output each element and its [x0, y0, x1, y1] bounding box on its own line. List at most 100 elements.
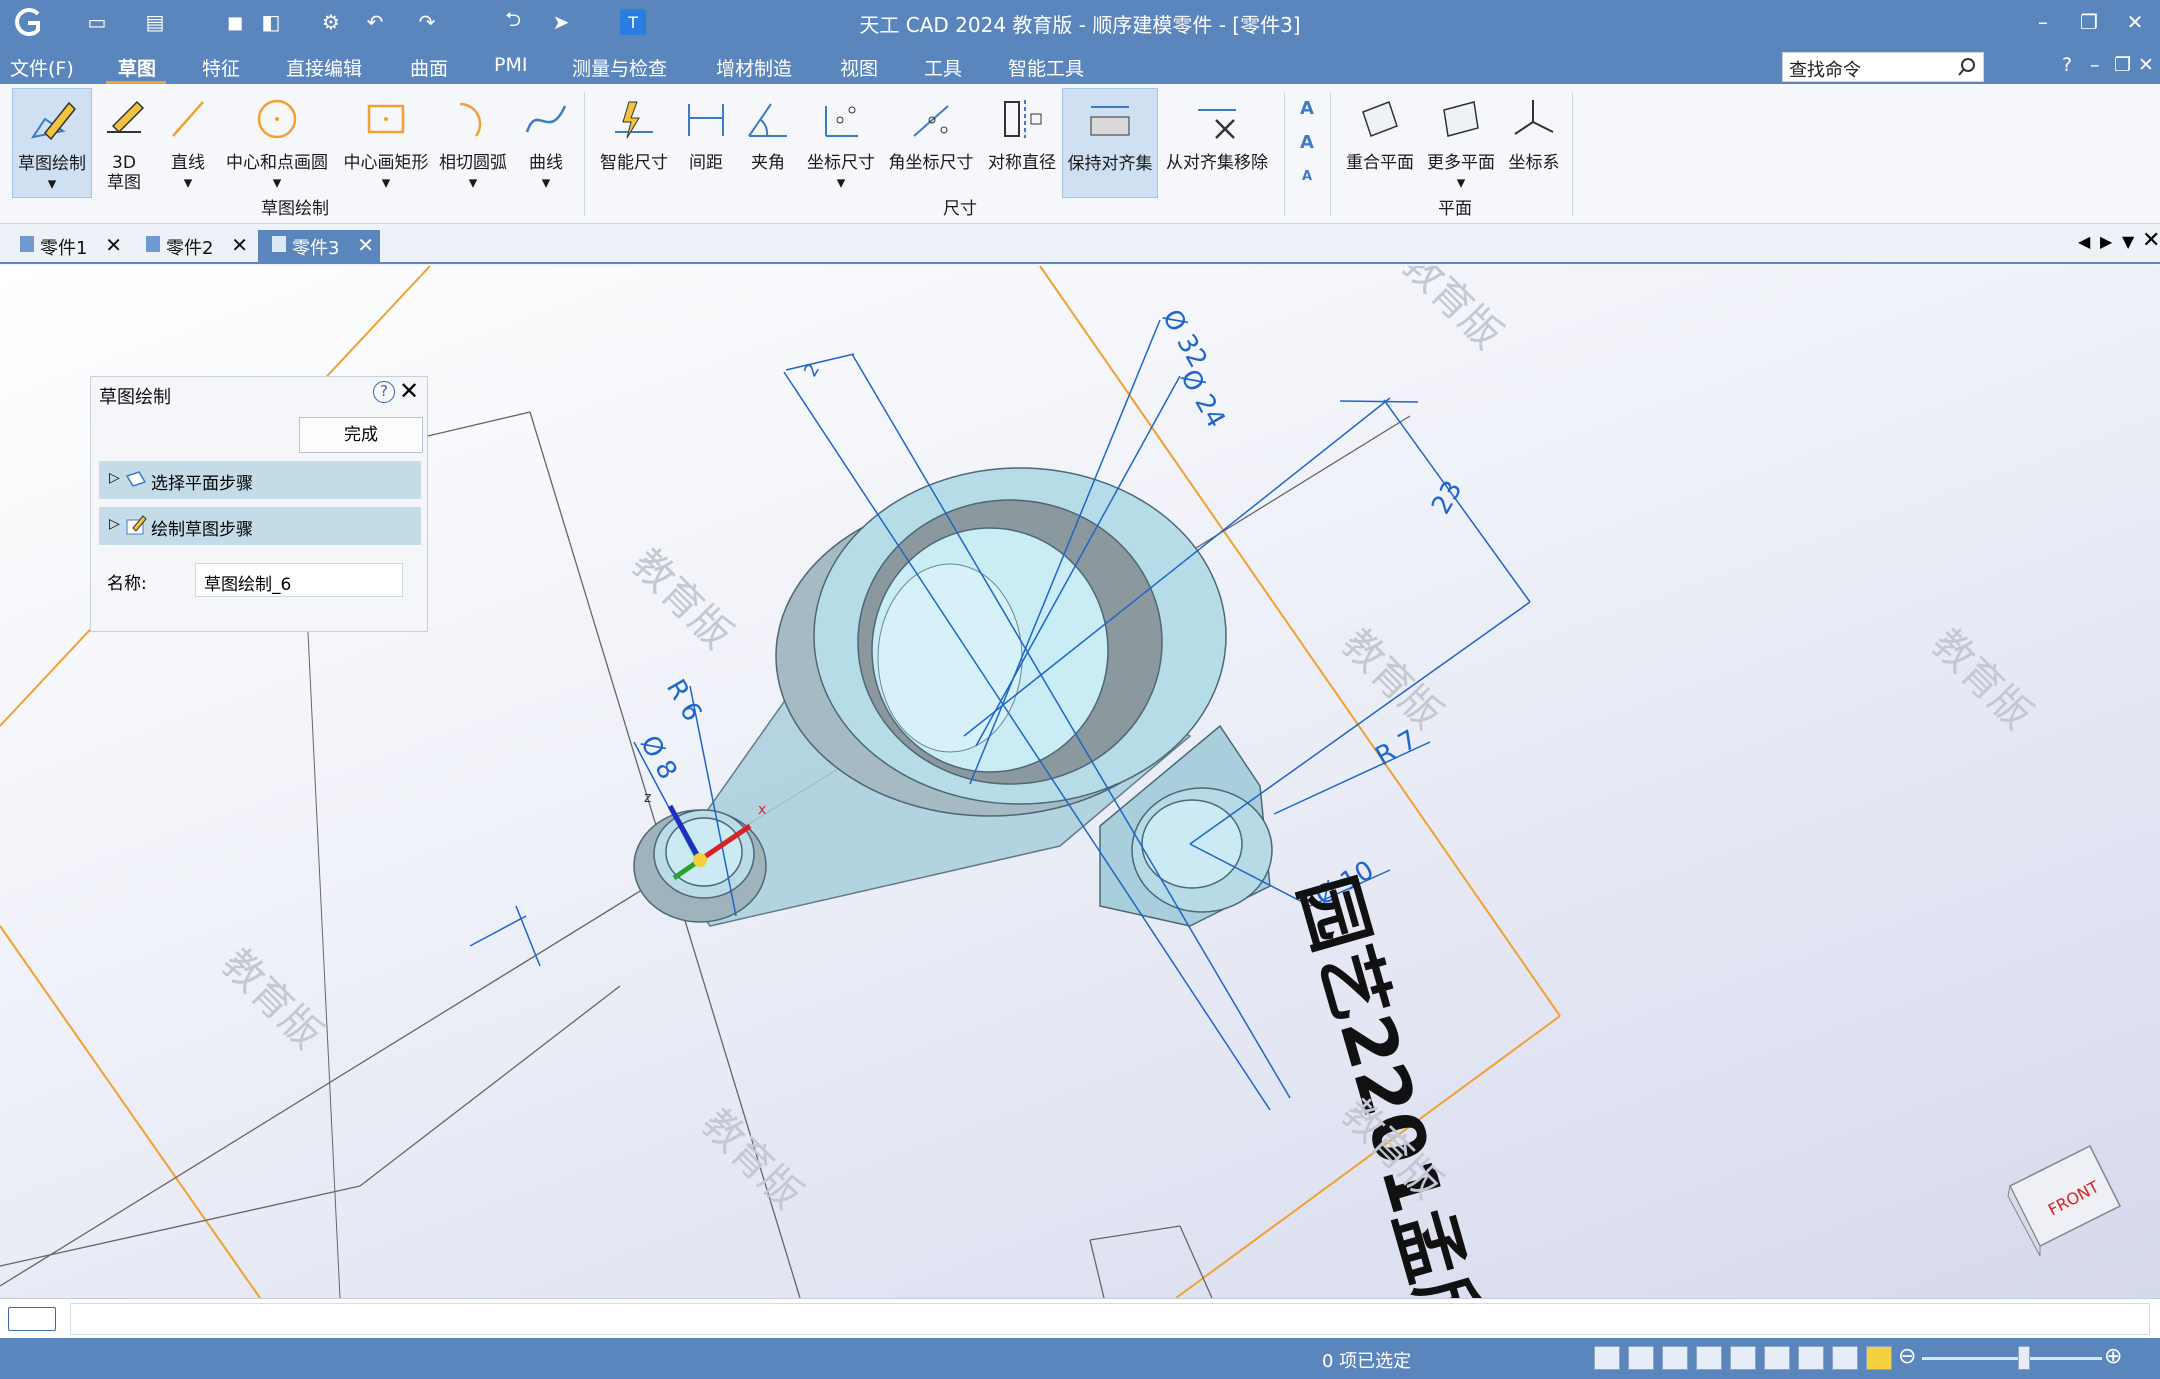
expand-arrow-icon[interactable]: ▷ [109, 516, 120, 532]
close-tab-icon[interactable]: ✕ [231, 233, 248, 257]
dim-dia-24[interactable]: Ø 24 [1174, 365, 1231, 434]
color-icon[interactable] [1866, 1346, 1892, 1370]
menu-additive[interactable]: 增材制造 [716, 54, 792, 81]
dim-dia-32[interactable]: Ø 32 [1156, 305, 1213, 374]
doc-close-button[interactable]: ✕ [2138, 54, 2154, 76]
zoom-slider-thumb[interactable] [2018, 1346, 2030, 1370]
orient-icon[interactable] [1798, 1346, 1824, 1370]
menu-pmi[interactable]: PMI [494, 54, 527, 76]
menu-sketch[interactable]: 草图 [118, 54, 156, 81]
expand-arrow-icon[interactable]: ▷ [109, 470, 120, 486]
ribbon-separator [1284, 92, 1285, 216]
remove-from-alignment-button[interactable]: 从对齐集移除 [1162, 88, 1272, 198]
tab-list-icon[interactable]: ▼ [2122, 232, 2134, 251]
command-line-icon[interactable] [8, 1307, 56, 1331]
menu-file[interactable]: 文件(F) [10, 54, 74, 81]
minimize-button[interactable]: – [2028, 10, 2058, 36]
pan-icon[interactable] [1730, 1346, 1756, 1370]
coincident-plane-button[interactable]: 重合平面 [1340, 88, 1420, 198]
help-icon[interactable]: ? [373, 381, 395, 403]
menu-view[interactable]: 视图 [840, 54, 878, 81]
more-planes-button[interactable]: 更多平面 ▾ [1422, 88, 1500, 198]
draw-sketch-icon [126, 515, 147, 535]
ribbon-separator [1572, 92, 1573, 216]
coordinate-dimension-button[interactable]: 坐标尺寸 ▾ [804, 88, 878, 198]
distance-button[interactable]: 间距 [678, 88, 734, 198]
part-file-icon [272, 236, 286, 252]
center-point-circle-button[interactable]: 中心和点画圆 ▾ [222, 88, 332, 198]
tab-part1[interactable]: 零件1 ✕ [6, 230, 128, 262]
menu-tools[interactable]: 工具 [924, 54, 962, 81]
ribbon-separator [584, 92, 585, 216]
close-tab-icon[interactable]: ✕ [105, 233, 122, 257]
text-style-icons[interactable]: A A A [1294, 92, 1320, 202]
doc-restore-button[interactable]: ❐ [2114, 54, 2131, 76]
tangent-arc-button[interactable]: 相切圆弧 ▾ [436, 88, 510, 198]
fit-view-icon[interactable] [1696, 1346, 1722, 1370]
sketch-draw-button[interactable]: 草图绘制 ▾ [12, 88, 92, 198]
dim-23[interactable]: 23 [1426, 476, 1469, 520]
line-button[interactable]: 直线 ▾ [160, 88, 216, 198]
more-planes-icon [1443, 101, 1479, 137]
tab-scroll-left-icon[interactable]: ◀ [2078, 232, 2090, 251]
zoom-out-icon[interactable]: ⊖ [1898, 1344, 1916, 1369]
smart-dimension-button[interactable]: 智能尺寸 [596, 88, 672, 198]
close-panel-icon[interactable]: ✕ [399, 377, 419, 405]
text-size-large-icon[interactable]: A [1294, 92, 1320, 126]
select-plane-step[interactable]: ▷ 选择平面步骤 [99, 461, 421, 499]
smart-dimension-icon [615, 101, 653, 139]
center-rectangle-button[interactable]: 中心画矩形 ▾ [338, 88, 434, 198]
tab-part3[interactable]: 零件3 ✕ [258, 230, 380, 262]
doc-minimize-button[interactable]: – [2090, 54, 2100, 76]
command-bar [0, 1298, 2160, 1338]
angular-coordinate-button[interactable]: 角坐标尺寸 [884, 88, 978, 198]
done-button[interactable]: 完成 [299, 417, 423, 453]
sketch-pencil-icon [30, 101, 77, 141]
close-all-tabs-icon[interactable]: ✕ [2142, 228, 2160, 253]
zoom-in-icon[interactable]: ⊕ [2104, 1344, 2122, 1369]
view-cube[interactable]: FRONT [2007, 1144, 2122, 1257]
menu-smart-tools[interactable]: 智能工具 [1008, 54, 1084, 81]
camera-icon[interactable] [1594, 1346, 1620, 1370]
menu-surface[interactable]: 曲面 [410, 54, 448, 81]
document-tabs: 零件1 ✕ 零件2 ✕ 零件3 ✕ ◀ ▶ ▼ ✕ [0, 226, 2160, 264]
symmetric-diameter-button[interactable]: 对称直径 [984, 88, 1060, 198]
angle-icon [748, 103, 787, 137]
plane-group-label: 平面 [1438, 199, 1472, 219]
menu-direct-edit[interactable]: 直接编辑 [286, 54, 362, 81]
restore-button[interactable]: ❐ [2074, 10, 2104, 36]
keep-alignment-set-button[interactable]: 保持对齐集 [1062, 88, 1158, 198]
curve-button[interactable]: 曲线 ▾ [516, 88, 576, 198]
status-bar: 0 项已选定 ⊖ ⊕ [0, 1338, 2160, 1379]
draw-sketch-step[interactable]: ▷ 绘制草图步骤 [99, 507, 421, 545]
svg-text:x: x [758, 802, 766, 818]
3d-sketch-button[interactable]: 3D 草图 [96, 88, 152, 198]
command-input[interactable] [70, 1303, 2150, 1335]
rotate-icon[interactable] [1764, 1346, 1790, 1370]
text-size-medium-icon[interactable]: A [1294, 126, 1320, 160]
sketch-panel: 草图绘制 ? ✕ 完成 ▷ 选择平面步骤 ▷ 绘制草图步骤 名称: 草图绘制_6 [90, 376, 428, 632]
remove-alignment-icon [1198, 109, 1236, 139]
coordinate-system-button[interactable]: 坐标系 [1504, 88, 1564, 198]
part-file-icon [20, 236, 34, 252]
menu-feature[interactable]: 特征 [202, 54, 240, 81]
angular-coordinate-icon [913, 105, 949, 137]
help-icon[interactable]: ? [2062, 54, 2072, 76]
tab-scroll-right-icon[interactable]: ▶ [2100, 232, 2112, 251]
name-label: 名称: [107, 574, 147, 594]
part-file-icon [146, 236, 160, 252]
view-display-icon[interactable] [1628, 1346, 1654, 1370]
search-input[interactable]: 查找命令 [1782, 52, 1984, 82]
render-icon[interactable] [1832, 1346, 1858, 1370]
menu-measure[interactable]: 测量与检查 [572, 54, 667, 81]
angle-button[interactable]: 夹角 [740, 88, 796, 198]
close-window-button[interactable]: ✕ [2120, 10, 2150, 36]
zoom-slider[interactable] [1922, 1357, 2102, 1360]
zoom-icon[interactable] [1662, 1346, 1688, 1370]
dim-r6[interactable]: R 6 [660, 675, 707, 727]
close-tab-icon[interactable]: ✕ [357, 233, 374, 257]
tab-part2[interactable]: 零件2 ✕ [132, 230, 254, 262]
text-size-small-icon[interactable]: A [1294, 160, 1320, 194]
search-icon[interactable] [1957, 57, 1977, 77]
sketch-name-field[interactable]: 草图绘制_6 [195, 563, 403, 597]
